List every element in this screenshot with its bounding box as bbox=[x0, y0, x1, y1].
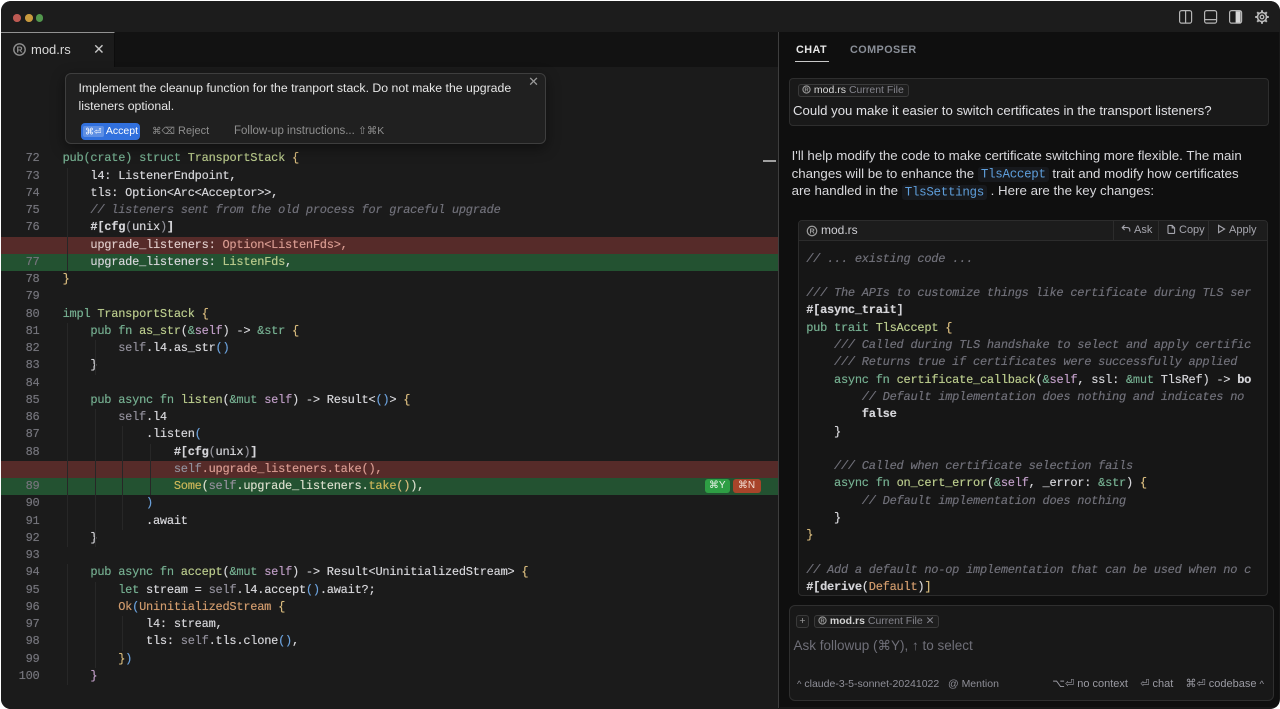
svg-text:R: R bbox=[809, 227, 815, 236]
svg-text:R: R bbox=[805, 88, 809, 94]
svg-text:R: R bbox=[821, 619, 825, 625]
svg-text:R: R bbox=[17, 45, 23, 55]
